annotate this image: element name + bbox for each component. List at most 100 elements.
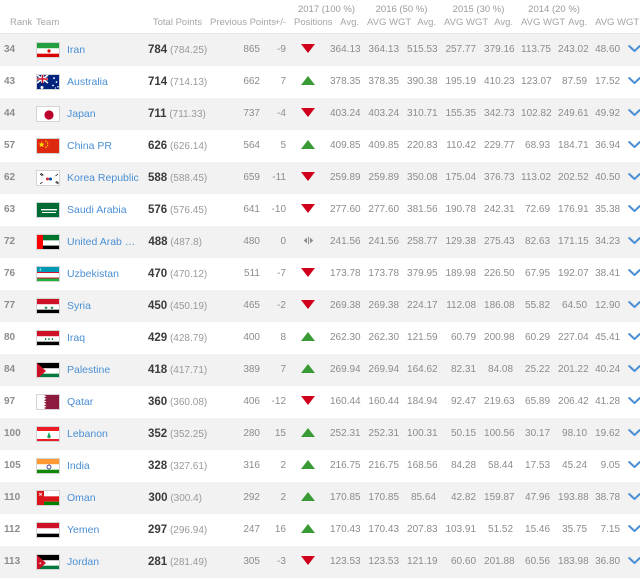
expand-row-button[interactable]: [624, 386, 640, 418]
avgwgt-2015-cell: 65.89: [525, 396, 551, 407]
avgwgt-2015-cell: 60.56: [525, 556, 551, 567]
total-points-value: 588: [148, 171, 168, 184]
table-row[interactable]: 63 Saudi Arabia 576 (576.45) 641 -10 277.60 27…: [0, 193, 640, 226]
table-row[interactable]: 112 Yemen 297 (296.94) 247 16 170.43 170.43 207…: [0, 513, 640, 546]
avg-2017-cell: 252.31: [330, 428, 361, 439]
column-header-avgwgt-2015[interactable]: AVG WGT: [517, 17, 565, 34]
table-row[interactable]: 113 Jordan 281 (281.49) 305 -3 123.53 123.53 1…: [0, 545, 640, 578]
table-row[interactable]: 76 Uzbekistan 470 (470.12) 511 -7 173.78 173.7…: [0, 257, 640, 290]
avgwgt-2014-cell: 12.90: [595, 300, 621, 311]
expand-row-button[interactable]: [624, 162, 640, 194]
total-points-value: 450: [148, 299, 168, 312]
column-header-previous-points[interactable]: Previous Points: [206, 17, 276, 34]
chevron-down-icon[interactable]: [628, 556, 640, 568]
team-name-link[interactable]: Iraq: [67, 332, 85, 344]
column-header-positions[interactable]: Positions: [290, 17, 333, 34]
team-name-link[interactable]: Jordan: [67, 556, 99, 568]
rank-cell: 100: [4, 428, 21, 439]
expand-row-button[interactable]: [624, 258, 640, 290]
team-name-link[interactable]: Qatar: [67, 396, 93, 408]
column-header-team[interactable]: Team: [32, 17, 144, 34]
expand-row-button[interactable]: [624, 66, 640, 98]
expand-row-button[interactable]: [624, 354, 640, 386]
table-row[interactable]: 62 Korea Republic 588 (588.45) 659 -11 259.8…: [0, 161, 640, 194]
team-name-link[interactable]: Iran: [67, 44, 85, 56]
team-name-link[interactable]: Uzbekistan: [67, 268, 119, 280]
table-row[interactable]: 57 China PR 626 (626.14) 564 5 409.85 409.85 2…: [0, 129, 640, 162]
chevron-down-icon[interactable]: [628, 460, 640, 472]
chevron-down-icon[interactable]: [628, 236, 640, 248]
expand-row-button[interactable]: [624, 514, 640, 546]
expand-row-button[interactable]: [624, 418, 640, 450]
team-name-link[interactable]: India: [67, 460, 90, 472]
column-header-avgwgt-2014[interactable]: AVG WGT: [591, 17, 639, 34]
chevron-down-icon[interactable]: [628, 172, 640, 184]
rank-cell: 113: [4, 556, 21, 567]
expand-row-button[interactable]: [624, 130, 640, 162]
total-points-cell: 297 (296.94): [144, 514, 207, 546]
year-group-header: 2016 (50 %): [363, 0, 441, 17]
team-name-link[interactable]: United Arab Emirates: [67, 236, 140, 248]
chevron-down-icon[interactable]: [628, 396, 640, 408]
total-points-value: 470: [148, 267, 168, 280]
rank-cell: 77: [4, 300, 16, 311]
chevron-down-icon[interactable]: [628, 268, 640, 280]
chevron-down-icon[interactable]: [628, 364, 640, 376]
table-row[interactable]: 84 Palestine 418 (417.71) 389 7 269.94 269.94 1…: [0, 353, 640, 386]
expand-row-button[interactable]: [624, 482, 640, 514]
chevron-down-icon[interactable]: [628, 140, 640, 152]
team-name-link[interactable]: Japan: [67, 108, 96, 120]
chevron-down-icon[interactable]: [628, 204, 640, 216]
team-name-link[interactable]: Oman: [67, 492, 96, 504]
expand-row-button[interactable]: [624, 290, 640, 322]
table-row[interactable]: 77 Syria 450 (450.19) 465 -2 269.38 269.38 224…: [0, 289, 640, 322]
table-row[interactable]: 34 Iran 784 (784.25) 865 -9 364.13 364.13 515.5…: [0, 33, 640, 66]
expand-row-button[interactable]: [624, 34, 640, 66]
chevron-down-icon[interactable]: [628, 76, 640, 88]
expand-row-button[interactable]: [624, 98, 640, 130]
team-name-link[interactable]: Korea Republic: [67, 172, 139, 184]
total-points-cell: 714 (714.13): [144, 66, 207, 98]
chevron-down-icon[interactable]: [628, 44, 640, 56]
table-row[interactable]: 80 Iraq 429 (428.79) 400 8 262.30 262.30 121.5…: [0, 321, 640, 354]
expand-row-button[interactable]: [624, 194, 640, 226]
team-name-link[interactable]: Syria: [67, 300, 91, 312]
table-row[interactable]: 44 Japan 711 (711.33) 737 -4 403.24 403.24 310.…: [0, 97, 640, 130]
column-header-total-points[interactable]: Total Points: [144, 17, 206, 34]
expand-row-button[interactable]: [624, 322, 640, 354]
positions-cell: [290, 162, 326, 194]
chevron-down-icon[interactable]: [628, 492, 640, 504]
table-row[interactable]: 97 Qatar 360 (360.08) 406 -12 160.44 160.44 18…: [0, 385, 640, 418]
expand-row-button[interactable]: [624, 546, 640, 578]
avgwgt-2015-cell: 67.95: [525, 268, 551, 279]
team-name-link[interactable]: Lebanon: [67, 428, 108, 440]
team-name-link[interactable]: Palestine: [67, 364, 110, 376]
team-name-link[interactable]: Yemen: [67, 524, 99, 536]
column-header-avgwgt-2017[interactable]: AVG WGT: [363, 17, 411, 34]
table-row[interactable]: 43 Australia 714 (714.13) 662 7 378.35 378.35…: [0, 65, 640, 98]
expand-row-button[interactable]: [624, 226, 640, 258]
table-row[interactable]: 100 Lebanon 352 (352.25) 280 15 252.31 252.31…: [0, 417, 640, 450]
positions-cell: [290, 258, 326, 290]
table-row[interactable]: 110 Oman 300 (300.4) 292 2 170.85 170.85 85.64…: [0, 481, 640, 514]
avgwgt-2014-cell: 40.24: [595, 364, 621, 375]
avg-2016-cell: 381.56: [407, 204, 438, 215]
avgwgt-2015-cell: 47.96: [525, 492, 551, 503]
chevron-down-icon[interactable]: [628, 332, 640, 344]
palestine-flag: [36, 361, 60, 378]
chevron-down-icon[interactable]: [628, 300, 640, 312]
table-row[interactable]: 105 India 328 (327.61) 316 2 216.75 216.75 168…: [0, 449, 640, 482]
rank-cell: 110: [4, 492, 21, 503]
avg-2014-cell: 35.75: [562, 524, 588, 535]
team-name-link[interactable]: China PR: [67, 140, 112, 152]
team-name-link[interactable]: Australia: [67, 76, 108, 88]
chevron-down-icon[interactable]: [628, 108, 640, 120]
avg-2014-cell: 171.15: [558, 236, 589, 247]
column-header-avgwgt-2016[interactable]: AVG WGT: [440, 17, 488, 34]
column-header-rank[interactable]: Rank: [0, 17, 32, 34]
chevron-down-icon[interactable]: [628, 524, 640, 536]
team-name-link[interactable]: Saudi Arabia: [67, 204, 127, 216]
expand-row-button[interactable]: [624, 450, 640, 482]
table-row[interactable]: 72 United Arab Emirates 488 (487.8) 480 0 241…: [0, 225, 640, 258]
chevron-down-icon[interactable]: [628, 428, 640, 440]
